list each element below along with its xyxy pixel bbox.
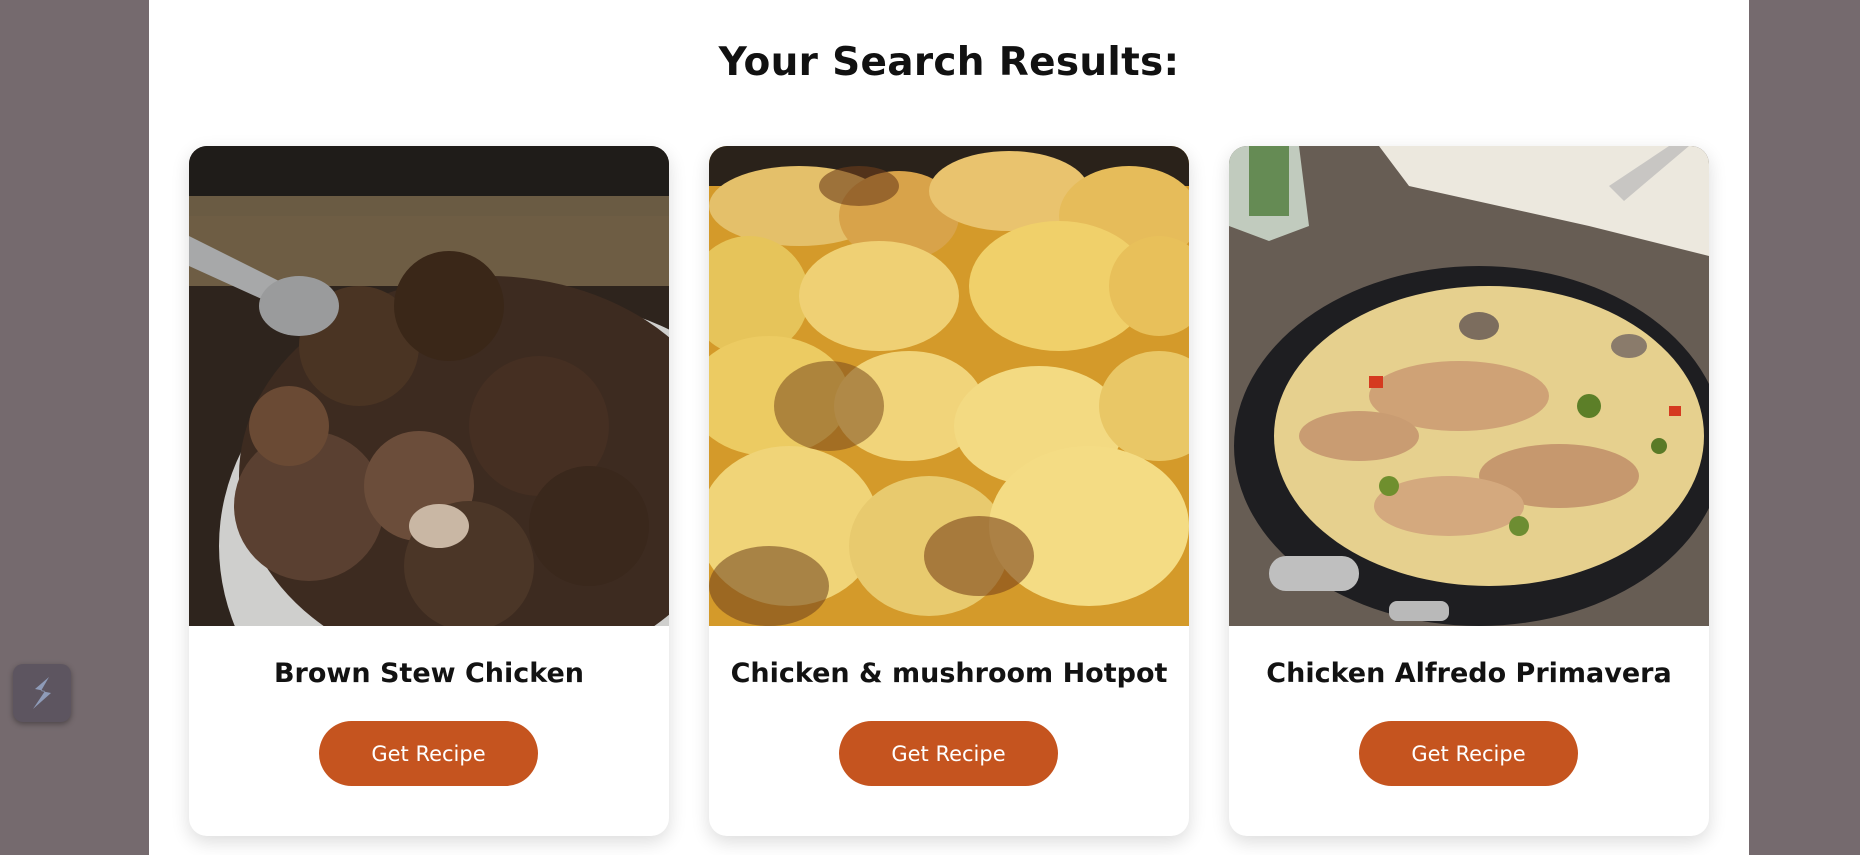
- recipe-title: Chicken & mushroom Hotpot: [730, 658, 1168, 689]
- recipe-image[interactable]: [1229, 146, 1709, 626]
- results-container: Your Search Results: Brown Stew Chicken …: [149, 0, 1749, 855]
- page-title: Your Search Results:: [718, 40, 1180, 85]
- recipe-image[interactable]: [189, 146, 669, 626]
- get-recipe-button[interactable]: Get Recipe: [319, 721, 538, 786]
- get-recipe-button[interactable]: Get Recipe: [1359, 721, 1578, 786]
- recipe-title: Brown Stew Chicken: [273, 658, 585, 689]
- recipe-card: Chicken Alfredo Primavera Get Recipe: [1229, 146, 1709, 836]
- get-recipe-button[interactable]: Get Recipe: [839, 721, 1058, 786]
- floating-widget-button[interactable]: [13, 664, 71, 722]
- recipe-title: Chicken Alfredo Primavera: [1266, 658, 1672, 689]
- s-logo-icon: [33, 677, 51, 709]
- recipe-image[interactable]: [709, 146, 1189, 626]
- recipe-card: Brown Stew Chicken Get Recipe: [189, 146, 669, 836]
- recipe-card: Chicken & mushroom Hotpot Get Recipe: [709, 146, 1189, 836]
